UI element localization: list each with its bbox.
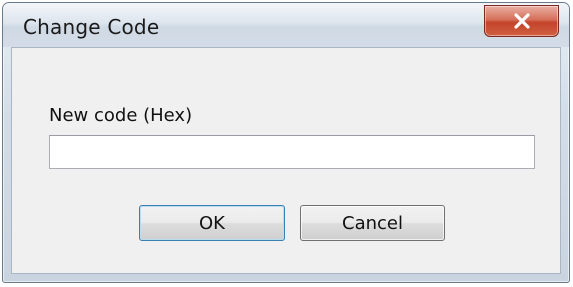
code-input[interactable] [49,135,535,169]
ok-button[interactable]: OK [139,205,285,241]
cancel-button[interactable]: Cancel [300,205,445,241]
title-bar[interactable]: Change Code [3,3,569,47]
window-title: Change Code [23,15,160,39]
code-label: New code (Hex) [49,105,193,126]
close-button[interactable] [484,5,559,37]
change-code-dialog: Change Code New code (Hex) OK Cancel [2,2,570,283]
close-icon [513,13,531,29]
dialog-body: New code (Hex) OK Cancel [11,47,561,274]
